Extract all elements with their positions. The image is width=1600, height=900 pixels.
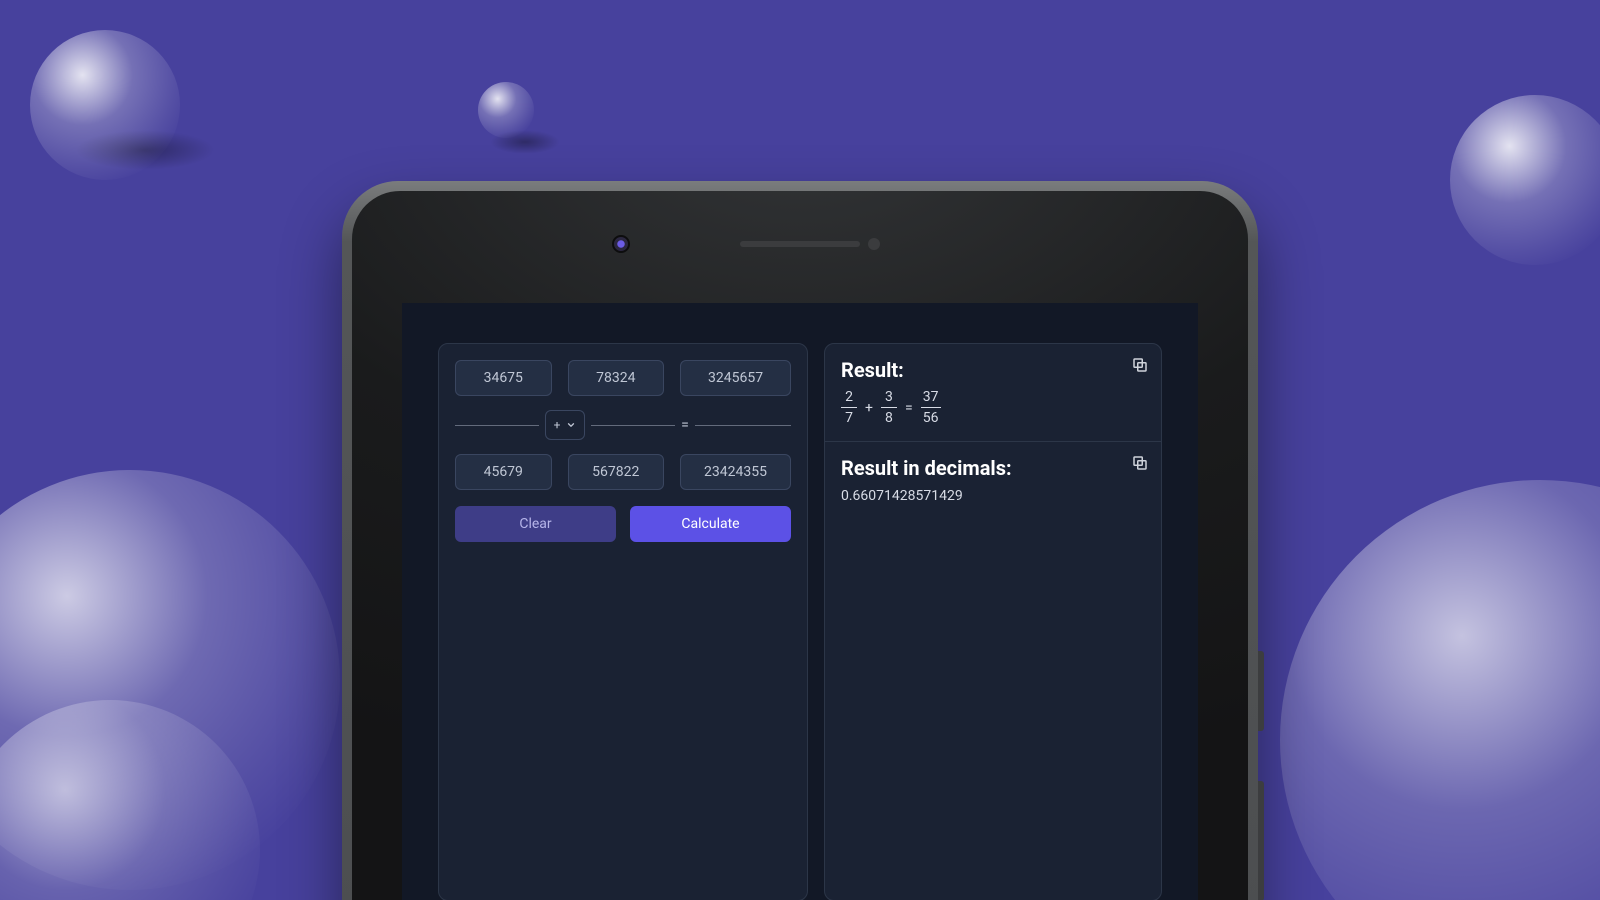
result-decimal-title: Result in decimals: — [841, 456, 1145, 480]
fraction-2-denominator-input[interactable]: 567822 — [568, 454, 665, 490]
expr-op: + — [865, 400, 873, 416]
result-numerator: 3245657 — [680, 360, 791, 396]
app-screen: 34675 78324 3245657 — [402, 303, 1198, 900]
operator-select[interactable]: + — [545, 410, 586, 440]
results-card: Result: 27 + 38 = — [824, 343, 1162, 900]
equals-sign: = — [681, 417, 689, 433]
promo-stage: 34675 78324 3245657 — [0, 0, 1600, 900]
result-expression: 27 + 38 = 3756 — [841, 390, 1145, 425]
fraction-equation-row-den: 45679 567822 23424355 — [455, 454, 791, 490]
expr-frac-a: 27 — [841, 390, 857, 425]
expr-eq: = — [905, 400, 913, 416]
tablet-side-button — [1258, 651, 1264, 731]
chevron-down-icon — [566, 420, 576, 430]
fraction-2: 78324 — [568, 360, 665, 396]
divider-row: + = — [455, 410, 791, 440]
tablet-camera — [612, 235, 630, 253]
expr-frac-b: 38 — [881, 390, 897, 425]
input-card: 34675 78324 3245657 — [438, 343, 808, 900]
fraction-calculator-app: 34675 78324 3245657 — [402, 303, 1198, 900]
result-decimal-value: 0.66071428571429 — [841, 488, 1145, 504]
tablet-speaker — [740, 241, 860, 247]
fraction-2-numerator-input[interactable]: 78324 — [568, 360, 665, 396]
calculate-button[interactable]: Calculate — [630, 506, 791, 542]
result-decimal-section: Result in decimals: 0.66071428571429 — [825, 441, 1161, 520]
copy-result-button[interactable] — [1131, 356, 1149, 374]
fraction-1-bar — [455, 425, 539, 426]
tablet-frame: 34675 78324 3245657 — [342, 181, 1258, 900]
decorative-orb — [478, 82, 534, 138]
copy-icon — [1131, 356, 1149, 374]
fraction-2-bar — [591, 425, 675, 426]
decorative-orb — [30, 30, 180, 180]
tablet-bezel: 34675 78324 3245657 — [352, 191, 1248, 900]
decorative-orb — [1280, 480, 1600, 900]
fraction-equation-row: 34675 78324 3245657 — [455, 360, 791, 396]
result-title: Result: — [841, 358, 1145, 382]
fraction-1-numerator-input[interactable]: 34675 — [455, 360, 552, 396]
tablet-side-button — [1258, 781, 1264, 900]
expr-frac-r: 3756 — [921, 390, 941, 425]
fraction-1-denominator-input[interactable]: 45679 — [455, 454, 552, 490]
copy-icon — [1131, 454, 1149, 472]
button-row: Clear Calculate — [455, 506, 791, 542]
copy-decimal-button[interactable] — [1131, 454, 1149, 472]
decorative-orb — [1450, 95, 1600, 265]
operator-value: + — [554, 418, 561, 432]
result-fraction-bar — [695, 425, 791, 426]
fraction-2-den: 567822 — [568, 454, 665, 490]
result-denominator: 23424355 — [680, 454, 791, 490]
clear-button[interactable]: Clear — [455, 506, 616, 542]
fraction-1: 34675 — [455, 360, 552, 396]
fraction-1-den: 45679 — [455, 454, 552, 490]
result-fraction-den: 23424355 — [680, 454, 791, 490]
result-fraction: 3245657 — [680, 360, 791, 396]
tablet-sensor — [868, 238, 880, 250]
result-fraction-section: Result: 27 + 38 = — [825, 344, 1161, 441]
